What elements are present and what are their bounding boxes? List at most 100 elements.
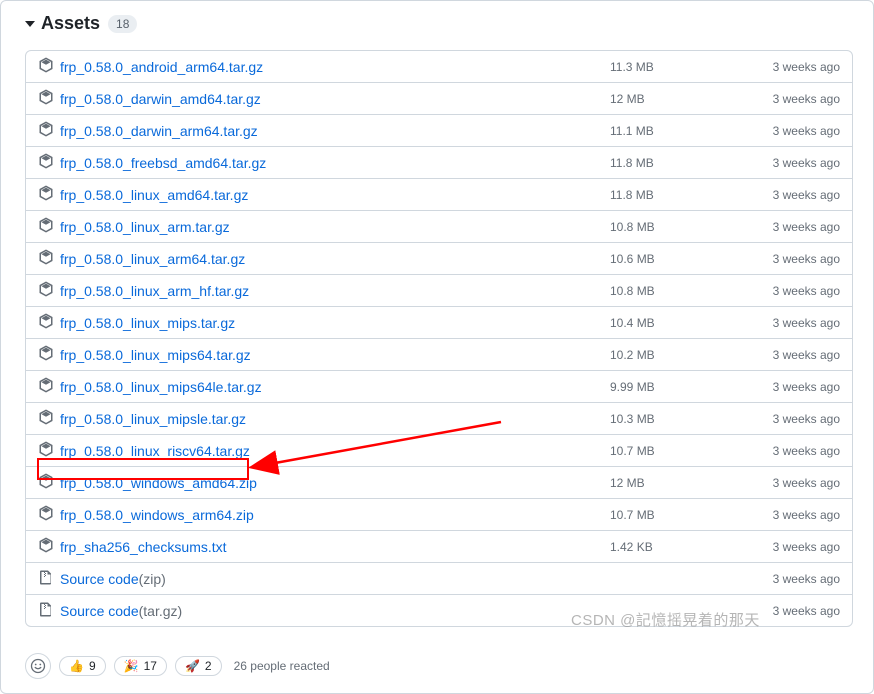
asset-name-cell: frp_0.58.0_linux_mips.tar.gz: [38, 313, 610, 332]
assets-header[interactable]: Assets 18: [1, 1, 873, 42]
asset-name-cell: frp_0.58.0_darwin_arm64.tar.gz: [38, 121, 610, 140]
assets-count-badge: 18: [108, 15, 137, 33]
asset-date: 3 weeks ago: [740, 444, 840, 458]
asset-suffix: (zip): [139, 571, 166, 587]
asset-link[interactable]: frp_0.58.0_linux_mips.tar.gz: [60, 315, 235, 331]
asset-link[interactable]: frp_0.58.0_freebsd_amd64.tar.gz: [60, 155, 266, 171]
asset-row: frp_0.58.0_linux_amd64.tar.gz 11.8 MB3 we…: [26, 178, 852, 210]
asset-size: 10.7 MB: [610, 444, 740, 458]
asset-size: 12 MB: [610, 92, 740, 106]
asset-size: 1.42 KB: [610, 540, 740, 554]
asset-name-cell: frp_0.58.0_freebsd_amd64.tar.gz: [38, 153, 610, 172]
asset-link[interactable]: frp_0.58.0_linux_mips64.tar.gz: [60, 347, 251, 363]
assets-title: Assets: [41, 13, 100, 34]
asset-link[interactable]: Source code: [60, 603, 139, 619]
asset-date: 3 weeks ago: [740, 412, 840, 426]
asset-row: frp_0.58.0_windows_arm64.zip10.7 MB3 wee…: [26, 498, 852, 530]
asset-date: 3 weeks ago: [740, 60, 840, 74]
asset-size: 10.4 MB: [610, 316, 740, 330]
reaction-emoji: 🎉: [124, 659, 139, 673]
asset-row: frp_0.58.0_darwin_arm64.tar.gz 11.1 MB3 w…: [26, 114, 852, 146]
reaction-count: 17: [144, 659, 157, 673]
asset-date: 3 weeks ago: [740, 124, 840, 138]
asset-name-cell: frp_sha256_checksums.txt: [38, 537, 610, 556]
asset-name-cell: frp_0.58.0_linux_riscv64.tar.gz: [38, 441, 610, 460]
asset-date: 3 weeks ago: [740, 380, 840, 394]
package-icon: [38, 537, 54, 556]
asset-suffix: (tar.gz): [139, 603, 183, 619]
asset-name-cell: frp_0.58.0_linux_mipsle.tar.gz: [38, 409, 610, 428]
asset-size: 10.6 MB: [610, 252, 740, 266]
reaction-pill[interactable]: 🚀2: [175, 656, 222, 676]
asset-size: 11.8 MB: [610, 156, 740, 170]
asset-link[interactable]: Source code: [60, 571, 139, 587]
asset-date: 3 weeks ago: [740, 540, 840, 554]
release-assets-panel: Assets 18 frp_0.58.0_android_arm64.tar.g…: [0, 0, 874, 694]
file-zip-icon: [38, 601, 54, 620]
asset-row: frp_0.58.0_linux_arm_hf.tar.gz10.8 MB3 w…: [26, 274, 852, 306]
asset-row: frp_sha256_checksums.txt 1.42 KB3 weeks a…: [26, 530, 852, 562]
asset-link[interactable]: frp_0.58.0_linux_arm64.tar.gz: [60, 251, 245, 267]
asset-name-cell: frp_0.58.0_android_arm64.tar.gz: [38, 57, 610, 76]
package-icon: [38, 217, 54, 236]
asset-name-cell: frp_0.58.0_windows_arm64.zip: [38, 505, 610, 524]
asset-row: frp_0.58.0_linux_mips64le.tar.gz 9.99 MB3…: [26, 370, 852, 402]
asset-name-cell: frp_0.58.0_linux_arm_hf.tar.gz: [38, 281, 610, 300]
asset-link[interactable]: frp_0.58.0_windows_amd64.zip: [60, 475, 257, 491]
package-icon: [38, 57, 54, 76]
asset-name-cell: Source code (tar.gz): [38, 601, 610, 620]
asset-row: frp_0.58.0_linux_arm64.tar.gz 10.6 MB3 we…: [26, 242, 852, 274]
package-icon: [38, 409, 54, 428]
asset-size: 10.7 MB: [610, 508, 740, 522]
asset-date: 3 weeks ago: [740, 476, 840, 490]
watermark-text: CSDN @記憶摇晃着的那天: [571, 609, 760, 630]
asset-row: Source code (zip)3 weeks ago: [26, 562, 852, 594]
caret-down-icon: [25, 21, 35, 27]
reaction-pill[interactable]: 👍9: [59, 656, 106, 676]
asset-size: 10.2 MB: [610, 348, 740, 362]
package-icon: [38, 89, 54, 108]
add-reaction-button[interactable]: [25, 653, 51, 679]
asset-date: 3 weeks ago: [740, 316, 840, 330]
asset-link[interactable]: frp_0.58.0_linux_arm.tar.gz: [60, 219, 230, 235]
package-icon: [38, 121, 54, 140]
asset-size: 10.3 MB: [610, 412, 740, 426]
asset-size: 11.8 MB: [610, 188, 740, 202]
asset-size: 12 MB: [610, 476, 740, 490]
asset-link[interactable]: frp_0.58.0_darwin_arm64.tar.gz: [60, 123, 258, 139]
asset-size: 9.99 MB: [610, 380, 740, 394]
asset-date: 3 weeks ago: [740, 188, 840, 202]
asset-name-cell: frp_0.58.0_linux_mips64.tar.gz: [38, 345, 610, 364]
asset-name-cell: Source code (zip): [38, 569, 610, 588]
asset-row: frp_0.58.0_linux_riscv64.tar.gz 10.7 MB3 …: [26, 434, 852, 466]
asset-link[interactable]: frp_0.58.0_linux_mips64le.tar.gz: [60, 379, 262, 395]
asset-size: 11.3 MB: [610, 60, 740, 74]
package-icon: [38, 473, 54, 492]
asset-link[interactable]: frp_0.58.0_windows_arm64.zip: [60, 507, 254, 523]
asset-row: frp_0.58.0_linux_mips.tar.gz 10.4 MB3 wee…: [26, 306, 852, 338]
asset-link[interactable]: frp_0.58.0_linux_mipsle.tar.gz: [60, 411, 246, 427]
asset-row: frp_0.58.0_darwin_amd64.tar.gz 12 MB3 wee…: [26, 82, 852, 114]
reaction-pill[interactable]: 🎉 17: [114, 656, 167, 676]
asset-date: 3 weeks ago: [740, 92, 840, 106]
file-zip-icon: [38, 569, 54, 588]
asset-link[interactable]: frp_0.58.0_linux_riscv64.tar.gz: [60, 443, 250, 459]
asset-size: 11.1 MB: [610, 124, 740, 138]
asset-size: 10.8 MB: [610, 220, 740, 234]
asset-link[interactable]: frp_0.58.0_android_arm64.tar.gz: [60, 59, 263, 75]
asset-name-cell: frp_0.58.0_windows_amd64.zip: [38, 473, 610, 492]
asset-date: 3 weeks ago: [740, 252, 840, 266]
assets-list: frp_0.58.0_android_arm64.tar.gz11.3 MB3 …: [25, 50, 853, 627]
package-icon: [38, 441, 54, 460]
asset-link[interactable]: frp_0.58.0_linux_amd64.tar.gz: [60, 187, 248, 203]
reactions-bar: 👍9🎉17🚀2 26 people reacted: [1, 643, 873, 693]
package-icon: [38, 281, 54, 300]
asset-row: frp_0.58.0_linux_mipsle.tar.gz 10.3 MB3 w…: [26, 402, 852, 434]
asset-link[interactable]: frp_sha256_checksums.txt: [60, 539, 227, 555]
asset-link[interactable]: frp_0.58.0_linux_arm_hf.tar.gz: [60, 283, 249, 299]
asset-link[interactable]: frp_0.58.0_darwin_amd64.tar.gz: [60, 91, 261, 107]
smiley-icon: [30, 658, 46, 674]
package-icon: [38, 153, 54, 172]
asset-row: frp_0.58.0_linux_arm.tar.gz10.8 MB3 week…: [26, 210, 852, 242]
reaction-count: 9: [89, 659, 96, 673]
